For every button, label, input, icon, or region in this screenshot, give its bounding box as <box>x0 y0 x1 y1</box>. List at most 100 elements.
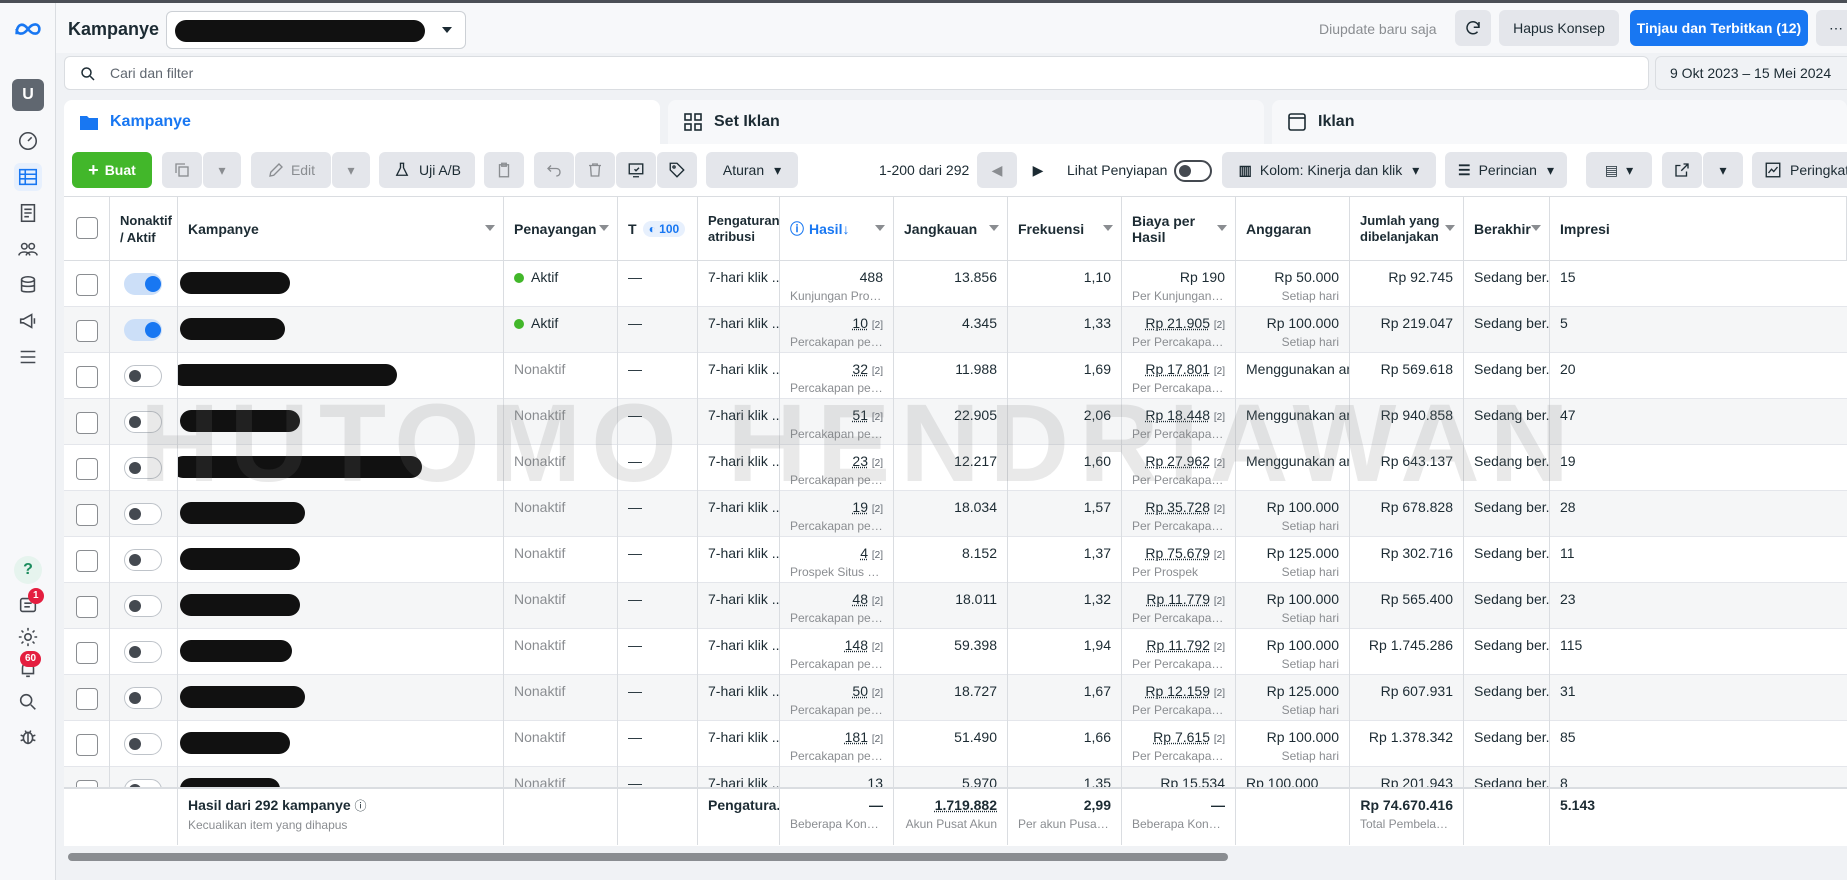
table-row[interactable]: Nonaktif — 7-hari klik ... 18.011 1,32 Rp 565… <box>64 583 1847 629</box>
duplicate-menu-button[interactable]: ▾ <box>203 152 241 188</box>
create-button[interactable]: + Buat <box>72 152 152 188</box>
tag-button[interactable] <box>657 152 697 188</box>
bug-report-icon[interactable] <box>14 723 42 751</box>
export-menu-button[interactable]: ▾ <box>1703 152 1743 188</box>
budget-cell[interactable]: Rp 125.000 Setiap hari <box>1236 537 1350 583</box>
reports-dropdown[interactable]: ▤ ▾ <box>1586 152 1652 188</box>
table-row[interactable]: Nonaktif — 7-hari klik ... 59.398 1,94 Rp 1.7… <box>64 629 1847 675</box>
row-checkbox[interactable] <box>76 320 98 342</box>
results-cell[interactable]: 51 [2] Percakapan pesa... <box>780 399 894 445</box>
table-row[interactable]: Nonaktif — 7-hari klik ... 8.152 1,37 Rp 302.… <box>64 537 1847 583</box>
row-checkbox[interactable] <box>76 596 98 618</box>
header-results[interactable]: ⓘ Hasil ↓ <box>780 197 894 261</box>
campaign-name-cell[interactable] <box>178 445 504 491</box>
results-cell[interactable]: 4 [2] Prospek Situs Web <box>780 537 894 583</box>
campaign-name-dropdown[interactable] <box>166 11 466 49</box>
campaign-name-cell[interactable] <box>178 629 504 675</box>
dashboard-gauge-icon[interactable] <box>14 127 42 155</box>
scrollbar-thumb[interactable] <box>68 853 1228 861</box>
ranking-button[interactable]: Peringkat <box>1752 152 1847 188</box>
row-checkbox[interactable] <box>76 734 98 756</box>
results-cell[interactable]: 19 [2] Percakapan pesa... <box>780 491 894 537</box>
row-checkbox[interactable] <box>76 366 98 388</box>
review-publish-button[interactable]: Tinjau dan Terbitkan (12) <box>1630 10 1808 46</box>
header-t[interactable]: T ◐ 100 <box>618 197 698 261</box>
row-checkbox[interactable] <box>76 688 98 710</box>
table-row[interactable]: Nonaktif — 7-hari klik ... 18.034 1,57 Rp 678… <box>64 491 1847 537</box>
cpr-cell[interactable]: Rp 17.801 [2] Per Percakapan P... <box>1122 353 1236 399</box>
row-checkbox[interactable] <box>76 504 98 526</box>
campaign-toggle[interactable] <box>124 549 162 571</box>
breakdown-dropdown[interactable]: ☰ Perincian ▾ <box>1445 152 1567 188</box>
campaign-name-cell[interactable] <box>178 721 504 767</box>
search-input[interactable] <box>110 65 710 81</box>
cpr-cell[interactable]: Rp 27.962 [2] Per Percakapan P... <box>1122 445 1236 491</box>
campaigns-table-icon[interactable] <box>14 163 42 191</box>
campaign-toggle[interactable] <box>124 319 162 341</box>
header-frequency[interactable]: Frekuensi <box>1008 197 1122 261</box>
campaign-toggle[interactable] <box>124 503 162 525</box>
results-cell[interactable]: 23 [2] Percakapan pesa... <box>780 445 894 491</box>
campaign-name-cell[interactable] <box>178 261 504 307</box>
results-cell[interactable]: 181 [2] Percakapan pesa... <box>780 721 894 767</box>
results-cell[interactable]: 32 [2] Percakapan pesa... <box>780 353 894 399</box>
results-cell[interactable]: 148 [2] Percakapan pesa... <box>780 629 894 675</box>
campaign-toggle[interactable] <box>124 365 162 387</box>
header-onoff[interactable]: Nonaktif / Aktif <box>110 197 178 261</box>
tab-adsets[interactable]: Set Iklan <box>668 100 1264 144</box>
help-icon[interactable]: ? <box>14 556 42 584</box>
budget-cell[interactable]: Rp 100.000 Setiap hari <box>1236 491 1350 537</box>
results-cell[interactable]: 50 [2] Percakapan pesa... <box>780 675 894 721</box>
header-ends[interactable]: Berakhir <box>1464 197 1550 261</box>
budget-cell[interactable]: Menggunakan an... <box>1236 399 1350 445</box>
results-cell[interactable]: 48 [2] Percakapan pesa... <box>780 583 894 629</box>
cpr-cell[interactable]: Rp 75.679 [2] Per Prospek <box>1122 537 1236 583</box>
campaign-toggle[interactable] <box>124 733 162 755</box>
ab-test-button[interactable]: Uji A/B <box>379 152 475 188</box>
date-range-picker[interactable]: 9 Okt 2023 – 15 Mei 2024 <box>1655 56 1847 90</box>
clipboard-button[interactable] <box>484 152 524 188</box>
results-cell[interactable]: 10 [2] Percakapan pesa... <box>780 307 894 353</box>
campaign-name-cell[interactable] <box>178 307 504 353</box>
row-checkbox[interactable] <box>76 274 98 296</box>
campaign-name-cell[interactable] <box>178 675 504 721</box>
preview-button[interactable] <box>616 152 656 188</box>
next-page-button[interactable]: ▶ <box>1018 152 1058 188</box>
row-checkbox[interactable] <box>76 642 98 664</box>
rules-dropdown[interactable]: Aturan ▾ <box>706 152 798 188</box>
row-checkbox[interactable] <box>76 458 98 480</box>
header-delivery[interactable]: Penayangan <box>504 197 618 261</box>
campaign-toggle[interactable] <box>124 457 162 479</box>
search-icon[interactable] <box>14 688 42 716</box>
campaign-name-cell[interactable] <box>178 353 504 399</box>
cpr-cell[interactable]: Rp 11.779 [2] Per Percakapan P... <box>1122 583 1236 629</box>
campaign-toggle[interactable] <box>124 595 162 617</box>
account-avatar[interactable]: U <box>12 79 44 111</box>
header-cpr[interactable]: Biaya per Hasil <box>1122 197 1236 261</box>
megaphone-icon[interactable] <box>14 307 42 335</box>
campaign-toggle[interactable] <box>124 411 162 433</box>
tab-campaigns[interactable]: Kampanye <box>64 100 660 144</box>
table-row[interactable]: Nonaktif — 7-hari klik ... 11.988 1,69 Rp 569… <box>64 353 1847 399</box>
export-button[interactable] <box>1662 152 1702 188</box>
search-filter-bar[interactable] <box>64 56 1649 90</box>
select-all-checkbox[interactable] <box>76 217 98 239</box>
more-options-button[interactable]: ⋯ <box>1816 10 1847 46</box>
edit-button[interactable]: Edit <box>251 152 331 188</box>
previous-page-button[interactable]: ◀ <box>977 152 1017 188</box>
campaign-toggle[interactable] <box>124 273 162 295</box>
cpr-cell[interactable]: Rp 11.792 [2] Per Percakapan P... <box>1122 629 1236 675</box>
all-tools-menu-icon[interactable] <box>14 343 42 371</box>
header-reach[interactable]: Jangkauan <box>894 197 1008 261</box>
discard-drafts-button[interactable]: Hapus Konsep <box>1499 10 1619 46</box>
horizontal-scrollbar[interactable] <box>64 850 1847 864</box>
table-row[interactable]: Nonaktif — 7-hari klik ... 12.217 1,60 Rp 643… <box>64 445 1847 491</box>
edit-menu-button[interactable]: ▾ <box>332 152 370 188</box>
table-row[interactable]: Nonaktif — 7-hari klik ... 51.490 1,66 Rp 1.3… <box>64 721 1847 767</box>
table-row[interactable]: Nonaktif — 7-hari klik ... 18.727 1,67 Rp 607… <box>64 675 1847 721</box>
campaign-name-cell[interactable] <box>178 491 504 537</box>
cpr-cell[interactable]: Rp 7.615 [2] Per Percakapan P... <box>1122 721 1236 767</box>
reports-icon[interactable] <box>14 199 42 227</box>
campaign-toggle[interactable] <box>124 641 162 663</box>
row-checkbox[interactable] <box>76 412 98 434</box>
